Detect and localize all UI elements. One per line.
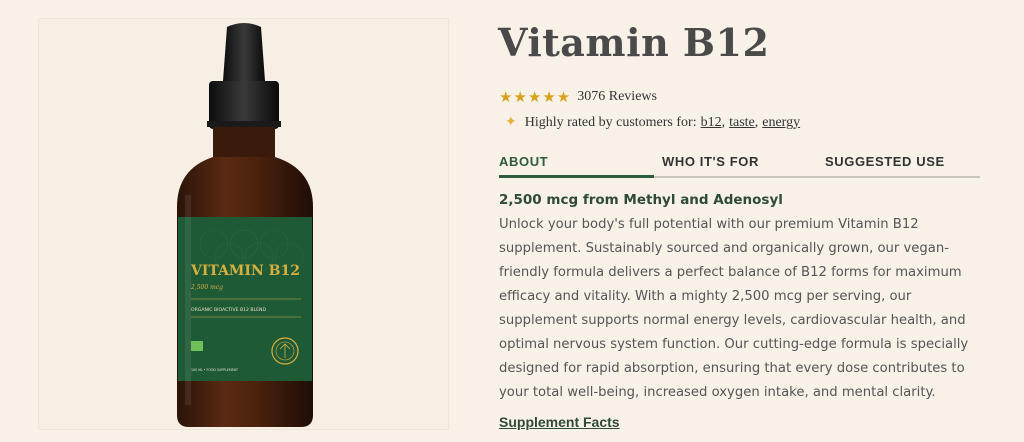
bottle-neck [213, 127, 275, 157]
rating-stars-icon: ★★★★★ [499, 88, 572, 106]
highlight-text: Highly rated by customers for: [524, 114, 697, 130]
label-dose: 2,500 mcg [190, 284, 223, 291]
tab-suggested-use[interactable]: SUGGESTED USE [825, 154, 945, 169]
label-name: VITAMIN B12 [190, 263, 300, 279]
page-title: Vitamin B12 [498, 20, 770, 65]
tag-separator: , [754, 114, 759, 130]
highlight-tag-b12[interactable]: b12 [701, 115, 722, 131]
product-tabs: ABOUT WHO IT'S FOR SUGGESTED USE [499, 152, 980, 178]
dropper-bulb [223, 23, 265, 81]
sparkle-icon: ✦ [505, 115, 517, 130]
rating-row[interactable]: ★★★★★ 3076 Reviews [499, 88, 657, 106]
supplement-facts-link[interactable]: Supplement Facts [499, 414, 620, 430]
highlight-tag-taste[interactable]: taste [729, 115, 755, 131]
tab-about[interactable]: ABOUT [499, 154, 548, 169]
highlight-tag-energy[interactable]: energy [762, 115, 800, 131]
label-footer: 100 ML • FOOD SUPPLEMENT [191, 368, 238, 372]
customer-highlights: ✦ Highly rated by customers for: b12, ta… [505, 114, 800, 131]
product-image: VITAMIN B12 2,500 mcg ORGANIC BIOACTIVE … [177, 23, 313, 427]
reviews-count[interactable]: 3076 Reviews [577, 89, 657, 105]
about-subheading: 2,500 mcg from Methyl and Adenosyl [499, 192, 783, 208]
product-image-panel: VITAMIN B12 2,500 mcg ORGANIC BIOACTIVE … [38, 18, 449, 430]
organic-leaf-icon [191, 341, 203, 351]
label-blend: ORGANIC BIOACTIVE B12 BLEND [191, 307, 266, 313]
about-description: Unlock your body's full potential with o… [499, 217, 969, 400]
active-tab-indicator [499, 175, 654, 178]
tab-who-its-for[interactable]: WHO IT'S FOR [662, 154, 759, 169]
tag-separator: , [721, 114, 726, 130]
